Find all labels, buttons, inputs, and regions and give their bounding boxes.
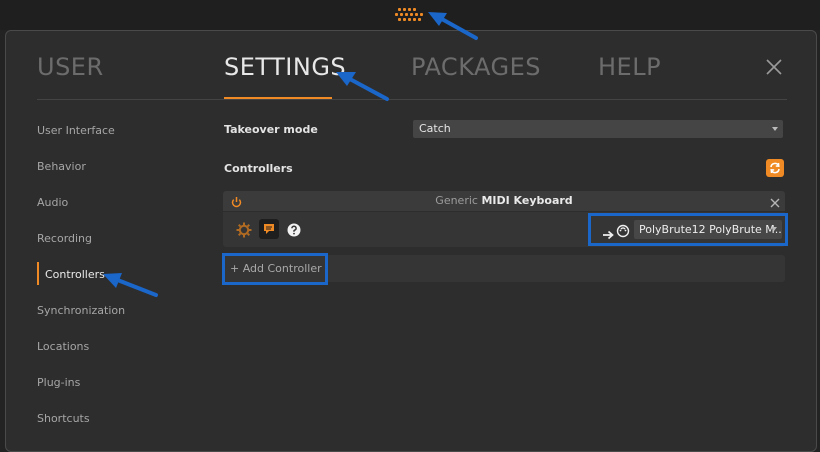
- sidebar-item-behavior[interactable]: Behavior: [37, 160, 86, 173]
- help-icon[interactable]: [287, 222, 301, 237]
- sidebar-item-plug-ins[interactable]: Plug-ins: [37, 376, 80, 389]
- preferences-dialog: USER SETTINGS PACKAGES HELP User Interfa…: [5, 30, 817, 452]
- sidebar-item-synchronization[interactable]: Synchronization: [37, 304, 125, 317]
- chevron-down-icon: [771, 227, 777, 231]
- tab-help[interactable]: HELP: [598, 53, 661, 81]
- sidebar-item-recording[interactable]: Recording: [37, 232, 92, 245]
- controller-vendor: Generic: [435, 194, 478, 207]
- tab-packages[interactable]: PACKAGES: [411, 53, 541, 81]
- refresh-controllers-button[interactable]: [766, 159, 784, 177]
- remove-controller-icon[interactable]: [769, 194, 781, 208]
- sidebar-item-locations[interactable]: Locations: [37, 340, 89, 353]
- arrow-right-icon: [602, 225, 616, 240]
- tab-user[interactable]: USER: [37, 53, 104, 81]
- speech-bubble-icon: [264, 224, 274, 234]
- tab-settings[interactable]: SETTINGS: [224, 53, 346, 81]
- sidebar-item-controllers[interactable]: Controllers: [37, 268, 105, 281]
- sidebar-item-shortcuts[interactable]: Shortcuts: [37, 412, 90, 425]
- close-icon[interactable]: [764, 57, 784, 77]
- controller-name: MIDI Keyboard: [481, 194, 573, 207]
- controller-card-header: Generic MIDI Keyboard: [223, 191, 785, 211]
- takeover-mode-value: Catch: [419, 122, 451, 135]
- takeover-mode-select[interactable]: Catch: [413, 120, 783, 138]
- midi-input-value: PolyBrute12 PolyBrute M...: [639, 223, 782, 236]
- midi-input-select[interactable]: PolyBrute12 PolyBrute M...: [634, 220, 782, 239]
- sidebar-item-user-interface[interactable]: User Interface: [37, 124, 115, 137]
- controller-card-body: PolyBrute12 PolyBrute M...: [223, 212, 788, 247]
- add-controller-button[interactable]: + Add Controller: [230, 259, 322, 279]
- top-bar: [0, 0, 820, 30]
- app-logo-icon[interactable]: [394, 8, 426, 22]
- header-divider: [37, 99, 787, 100]
- controllers-label: Controllers: [224, 162, 293, 175]
- refresh-icon: [770, 162, 780, 174]
- controller-title: Generic MIDI Keyboard: [223, 194, 785, 207]
- script-console-button[interactable]: [259, 219, 279, 239]
- chevron-down-icon: [772, 127, 778, 131]
- gear-icon[interactable]: [236, 222, 252, 238]
- takeover-mode-label: Takeover mode: [224, 123, 318, 136]
- midi-input-port-highlight: PolyBrute12 PolyBrute M...: [588, 213, 788, 246]
- add-controller-highlight: + Add Controller: [222, 253, 328, 285]
- midi-port-icon: [616, 223, 630, 238]
- sidebar-item-audio[interactable]: Audio: [37, 196, 68, 209]
